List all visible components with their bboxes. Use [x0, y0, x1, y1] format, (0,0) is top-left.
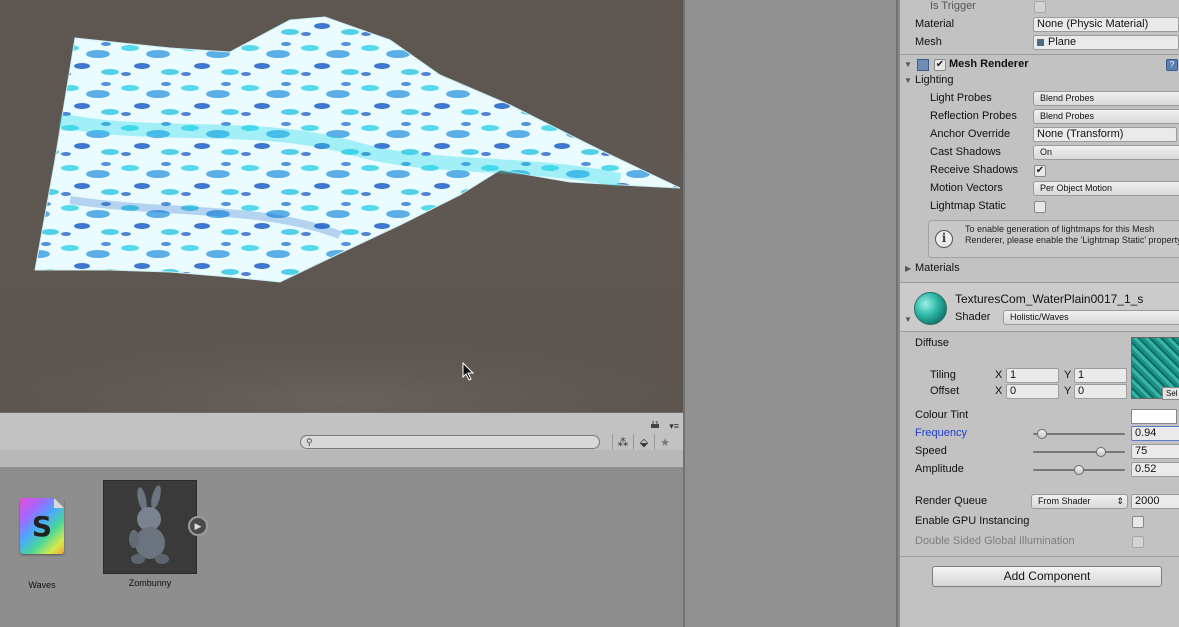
render-queue-field[interactable]: 2000 [1131, 494, 1179, 509]
search-icon: ⚲ [306, 437, 313, 447]
model-thumbnail [103, 480, 197, 574]
dropdown-arrows-icon: ⇕ [1116, 496, 1124, 506]
lock-icon[interactable] [651, 421, 659, 428]
amplitude-row: Amplitude 0.52 [900, 461, 1179, 479]
render-queue-row: Render Queue From Shader ⇕ 2000 [900, 493, 1179, 511]
mesh-renderer-icon [917, 59, 929, 71]
speed-slider-thumb[interactable] [1096, 447, 1107, 457]
cast-shadows-row: Cast Shadows On [900, 144, 1179, 162]
frequency-row: Frequency 0.94 [900, 425, 1179, 443]
amplitude-slider-thumb[interactable] [1074, 465, 1084, 475]
receive-shadows-row: Receive Shadows ✔ [930, 164, 1046, 177]
expand-asset-arrow-icon[interactable]: ▶ [188, 516, 208, 536]
foldout-expanded-icon[interactable]: ▼ [904, 60, 912, 69]
lightmap-help-box: i To enable generation of lightmaps for … [928, 220, 1179, 258]
gpu-instancing-checkbox[interactable] [1132, 516, 1144, 528]
help-icon[interactable]: ? [1166, 59, 1178, 71]
amplitude-field[interactable]: 0.52 [1131, 462, 1179, 477]
light-probes-dropdown[interactable]: Blend Probes [1033, 91, 1179, 106]
divider [900, 556, 1179, 557]
double-sided-gi-checkbox[interactable] [1132, 536, 1144, 548]
lightmap-static-checkbox[interactable] [1034, 201, 1046, 213]
colour-tint-swatch[interactable] [1131, 409, 1177, 424]
material-name-row: TexturesCom_WaterPlain0017_1_s [955, 292, 1144, 306]
bunny-model-icon [129, 485, 169, 564]
offset-y-field[interactable]: 0 [1074, 384, 1127, 399]
reflection-probes-row: Reflection Probes Blend Probes [900, 108, 1179, 126]
asset-label: Waves [28, 580, 56, 590]
info-icon: i [935, 230, 953, 248]
inspector-panel: Is Trigger Material None (Physic Materia… [900, 0, 1179, 627]
foldout-expanded-icon[interactable]: ▼ [904, 76, 912, 85]
render-queue-dropdown[interactable]: From Shader ⇕ [1031, 494, 1128, 509]
offset-x-field[interactable]: 0 [1006, 384, 1059, 399]
project-breadcrumb-bar [0, 450, 683, 468]
gpu-instancing-row: Enable GPU Instancing [900, 513, 1179, 531]
anchor-override-row: Anchor Override None (Transform) [900, 126, 1179, 144]
lighting-foldout[interactable]: ▼ Lighting [900, 72, 1179, 90]
receive-shadows-checkbox[interactable]: ✔ [1034, 165, 1046, 177]
scene-view[interactable] [0, 0, 683, 412]
project-search-input[interactable]: ⚲ [300, 435, 600, 449]
materials-foldout[interactable]: ▶ Materials [900, 260, 1179, 278]
water-plane-mesh[interactable] [0, 0, 683, 412]
divider [900, 54, 1179, 55]
light-probes-row: Light Probes Blend Probes [900, 90, 1179, 108]
asset-zombunny[interactable]: Zombunny [103, 480, 197, 588]
speed-slider-track[interactable] [1033, 451, 1125, 453]
mesh-row: Mesh Plane [900, 34, 1179, 52]
speed-field[interactable]: 75 [1131, 444, 1179, 459]
favorites-star-icon[interactable]: ★ [654, 434, 675, 451]
panel-menu-icon[interactable]: ▾≡ [669, 421, 679, 432]
motion-vectors-row: Motion Vectors Per Object Motion [900, 180, 1179, 198]
is-trigger-row: Is Trigger [900, 0, 1179, 16]
cast-shadows-dropdown[interactable]: On [1033, 145, 1179, 160]
mesh-renderer-enabled-checkbox[interactable]: ✔ [934, 59, 946, 71]
anchor-override-field[interactable]: None (Transform) [1033, 127, 1177, 142]
is-trigger-checkbox[interactable] [1034, 1, 1046, 13]
offset-row: Offset X 0 Y 0 [900, 383, 1179, 401]
project-assets-area: S Waves Zombunny ▶ [0, 468, 683, 627]
foldout-collapsed-icon[interactable]: ▶ [905, 264, 911, 273]
mesh-icon [1037, 39, 1044, 46]
lightmap-static-row: Lightmap Static [900, 198, 1179, 216]
filter-by-label-icon[interactable]: ⬙ [633, 434, 654, 451]
shader-dropdown[interactable]: Holistic/Waves [1003, 310, 1179, 325]
speed-row: Speed 75 [900, 443, 1179, 461]
frequency-field[interactable]: 0.94 [1131, 426, 1179, 441]
asset-waves[interactable]: S Waves [14, 498, 70, 590]
project-toolbar: ▾≡ ⚲ ⁂ ⬙ ★ [0, 412, 683, 451]
physic-material-field[interactable]: None (Physic Material) [1033, 17, 1179, 32]
mesh-field[interactable]: Plane [1033, 35, 1179, 50]
motion-vectors-dropdown[interactable]: Per Object Motion [1033, 181, 1179, 196]
frequency-slider-thumb[interactable] [1037, 429, 1048, 439]
hierarchy-panel [683, 0, 898, 627]
add-component-button[interactable]: Add Component [932, 566, 1162, 587]
divider [900, 331, 1179, 332]
asset-label: Zombunny [128, 578, 172, 588]
mouse-cursor-icon [462, 362, 475, 381]
foldout-expanded-icon[interactable]: ▼ [904, 315, 912, 324]
tiling-x-field[interactable]: 1 [1006, 368, 1059, 383]
material-row: Material None (Physic Material) [900, 16, 1179, 34]
shader-row: ▼ Shader Holistic/Waves [900, 309, 1179, 327]
reflection-probes-dropdown[interactable]: Blend Probes [1033, 109, 1179, 124]
tiling-y-field[interactable]: 1 [1074, 368, 1127, 383]
filter-by-type-icon[interactable]: ⁂ [612, 434, 633, 451]
shader-file-icon: S [20, 498, 64, 554]
double-sided-gi-row: Double Sided Global Illumination [900, 533, 1179, 551]
